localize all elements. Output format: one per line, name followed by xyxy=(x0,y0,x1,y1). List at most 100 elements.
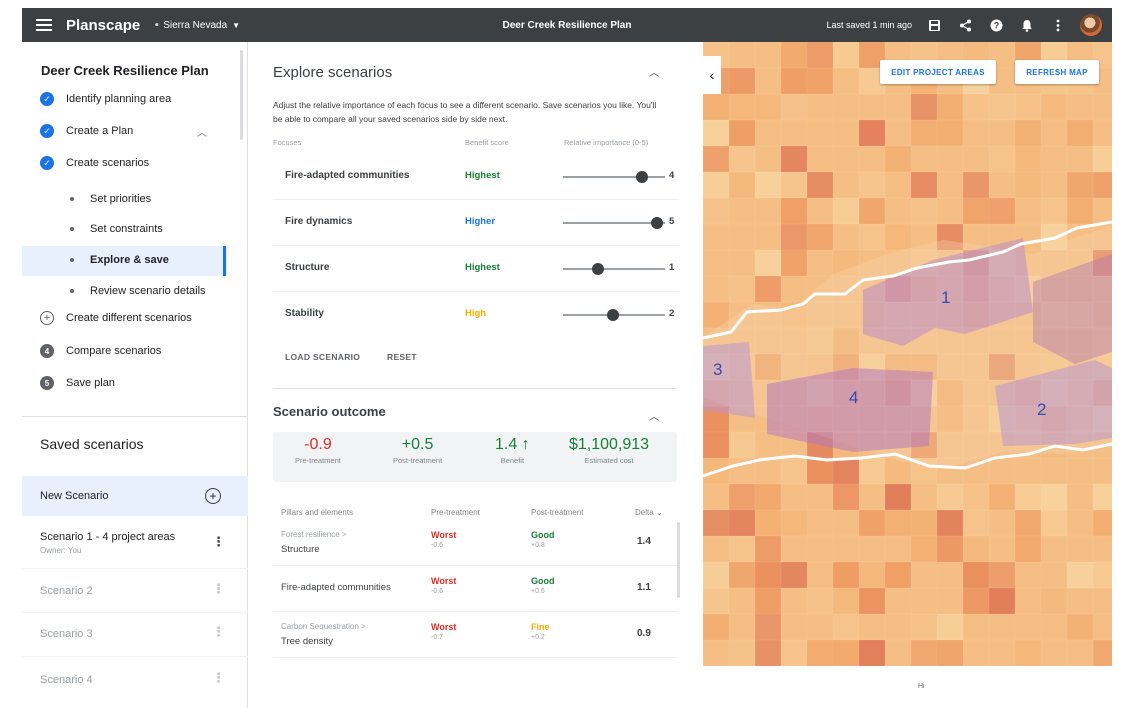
benefit-value: 1.4 xyxy=(495,436,518,453)
sort-down-icon: ⌄ xyxy=(655,508,663,517)
slider-thumb[interactable] xyxy=(636,171,649,183)
focus-row: Structure Highest 1 xyxy=(273,246,679,292)
edit-project-areas-button[interactable]: EDIT PROJECT AREAS xyxy=(880,60,996,84)
table-row: Carbon Sequestration > Tree density Wors… xyxy=(273,612,677,658)
explore-scenarios-heading: Explore scenarios xyxy=(273,64,393,81)
step-identify-planning-area[interactable]: ✓ Identify planning area xyxy=(40,92,171,106)
planning-map[interactable]: 1 2 3 4 xyxy=(703,42,1112,666)
pre-treatment-value: -0.9 xyxy=(304,436,332,453)
benefit-score: Higher xyxy=(465,216,496,227)
step-label: Create different scenarios xyxy=(66,312,192,324)
sidebar-scrollbar[interactable] xyxy=(240,50,243,140)
substep-explore-save[interactable]: Explore & save xyxy=(70,254,169,266)
user-avatar[interactable] xyxy=(1080,14,1102,36)
notifications-bell-icon[interactable] xyxy=(1018,16,1036,34)
refresh-map-button[interactable]: REFRESH MAP xyxy=(1015,60,1099,84)
sidebar-plan-title: Deer Creek Resilience Plan xyxy=(41,63,209,78)
app-brand[interactable]: Planscape xyxy=(66,17,140,34)
step-create-plan[interactable]: ✓ Create a Plan xyxy=(40,124,133,138)
share-icon[interactable] xyxy=(956,16,974,34)
chevron-up-icon[interactable]: ︿ xyxy=(649,64,659,79)
add-scenario-icon[interactable]: + xyxy=(205,488,221,504)
sidebar-divider xyxy=(22,416,248,417)
post-treatment-rating: Fine +0.2 xyxy=(531,622,550,641)
substep-label: Explore & save xyxy=(90,254,169,266)
importance-value: 4 xyxy=(669,170,675,181)
list-divider xyxy=(22,612,248,613)
section-divider xyxy=(273,388,677,389)
importance-value: 5 xyxy=(669,216,675,227)
column-header-pre: Pre-treatment xyxy=(431,508,480,517)
project-area-label: 4 xyxy=(849,388,859,407)
region-selector[interactable]: ⁌ Sierra Nevada ▼ xyxy=(154,20,240,31)
cost-value: $1,100,913 xyxy=(569,436,650,453)
step-number-badge: 4 xyxy=(40,344,54,358)
project-area-label: 3 xyxy=(713,360,723,379)
delta-value: 1.1 xyxy=(637,582,651,593)
saved-scenario-item[interactable]: Scenario 1 - 4 project areas Owner: You xyxy=(40,531,175,555)
new-scenario-item[interactable]: New Scenario + xyxy=(22,476,248,516)
focus-name: Fire dynamics xyxy=(285,216,353,227)
step-compare-scenarios[interactable]: 4 Compare scenarios xyxy=(40,344,161,358)
post-treatment-label: Post-treatment xyxy=(393,456,443,465)
step-number-badge: 5 xyxy=(40,376,54,390)
focus-name: Fire-adapted communities xyxy=(285,170,410,181)
chevron-up-icon[interactable]: ︿ xyxy=(197,124,207,139)
column-header-pillars: Pillars and elements xyxy=(281,508,354,517)
slider-thumb[interactable] xyxy=(606,309,619,321)
project-area-label: 1 xyxy=(941,288,951,307)
substep-set-constraints[interactable]: Set constraints xyxy=(70,223,163,235)
load-scenario-button[interactable]: LOAD SCENARIO xyxy=(285,352,360,362)
table-scrollbar[interactable] xyxy=(677,522,680,598)
list-divider xyxy=(22,656,248,657)
cost-metric: $1,100,913 Estimated cost xyxy=(569,436,649,465)
menu-icon[interactable] xyxy=(36,19,52,31)
collapse-panel-button[interactable]: ‹ xyxy=(703,56,721,94)
step-label: Identify planning area xyxy=(66,93,172,105)
table-row: Forest resilience > Structure Worst -0.6 … xyxy=(273,520,677,566)
saved-scenario-item[interactable]: Scenario 2 xyxy=(40,585,93,597)
column-header-benefit: Benefit score xyxy=(465,138,509,147)
saved-scenarios-heading: Saved scenarios xyxy=(40,436,144,452)
delta-value: 0.9 xyxy=(637,628,651,639)
substep-label: Set constraints xyxy=(90,223,163,235)
saved-scenario-item[interactable]: Scenario 4 xyxy=(40,674,93,686)
substep-review-details[interactable]: Review scenario details xyxy=(70,285,206,297)
pre-treatment-metric: -0.9 Pre-treatment xyxy=(295,436,341,465)
more-vert-icon[interactable]: ⋮ xyxy=(212,670,225,686)
heatmap-layer xyxy=(703,42,1112,666)
save-icon[interactable] xyxy=(925,16,943,34)
step-create-scenarios[interactable]: ✓ Create scenarios xyxy=(40,156,149,170)
column-header-delta[interactable]: Delta ⌄ xyxy=(635,508,663,517)
element-name: Structure xyxy=(281,544,320,555)
help-icon[interactable]: ? xyxy=(987,16,1005,34)
importance-slider[interactable] xyxy=(563,217,665,229)
svg-text:?: ? xyxy=(993,20,999,30)
step-label: Save plan xyxy=(66,377,115,389)
importance-slider[interactable] xyxy=(563,263,665,275)
bullet-icon xyxy=(70,197,74,201)
pre-treatment-rating: Worst -0.7 xyxy=(431,622,456,641)
step-save-plan[interactable]: 5 Save plan xyxy=(40,376,115,390)
slider-thumb[interactable] xyxy=(651,217,663,229)
pillar-name: Carbon Sequestration > xyxy=(281,622,366,631)
check-circle-icon: ✓ xyxy=(40,124,54,138)
footer-hi: Hi xyxy=(918,683,925,690)
caret-down-icon: ▼ xyxy=(232,20,241,30)
chevron-up-icon[interactable]: ︿ xyxy=(649,408,659,423)
post-treatment-rating: Good +0.8 xyxy=(531,530,555,549)
slider-thumb[interactable] xyxy=(591,263,604,275)
importance-slider[interactable] xyxy=(563,309,665,321)
more-vert-icon[interactable] xyxy=(1049,16,1067,34)
step-create-different-scenarios[interactable]: + Create different scenarios xyxy=(40,311,192,325)
importance-value: 2 xyxy=(669,308,675,319)
more-vert-icon[interactable]: ⋮ xyxy=(212,534,225,550)
saved-scenario-item[interactable]: Scenario 3 xyxy=(40,628,93,640)
bullet-icon xyxy=(70,289,74,293)
reset-button[interactable]: RESET xyxy=(387,352,417,362)
substep-set-priorities[interactable]: Set priorities xyxy=(70,193,151,205)
more-vert-icon[interactable]: ⋮ xyxy=(212,624,225,640)
explore-description: Adjust the relative importance of each f… xyxy=(273,100,657,124)
importance-slider[interactable] xyxy=(563,171,665,183)
more-vert-icon[interactable]: ⋮ xyxy=(212,581,225,597)
